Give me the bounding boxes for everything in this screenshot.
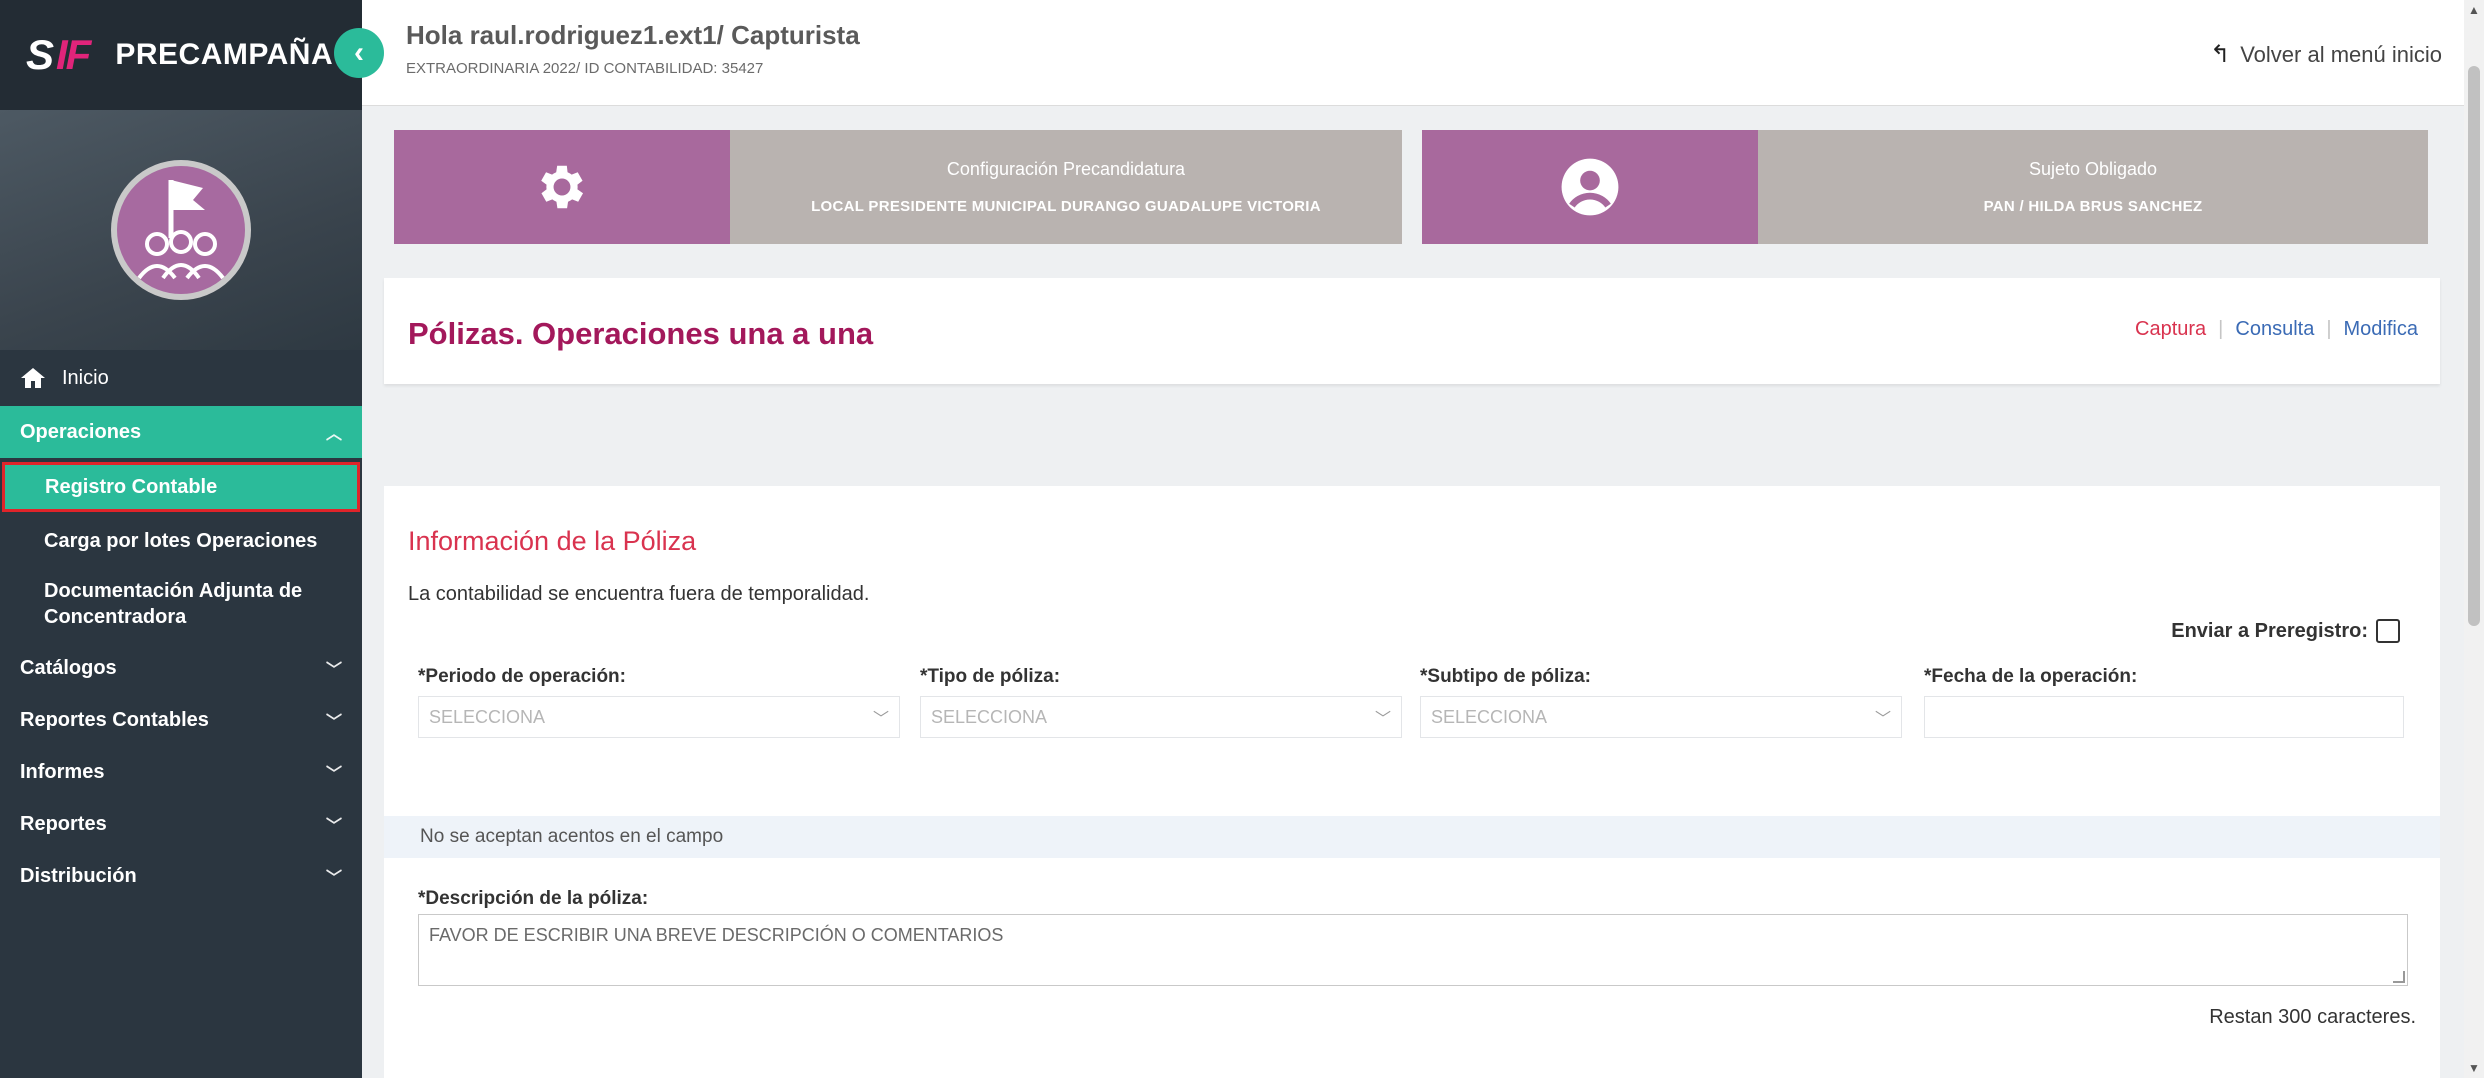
subtipo-label: *Subtipo de póliza:	[1420, 666, 1591, 687]
sujeto-card-value: PAN / HILDA BRUS SANCHEZ	[1983, 198, 2203, 215]
sidebar-item-informes[interactable]: Informes ﹀	[0, 746, 362, 798]
description-placeholder: FAVOR DE ESCRIBIR UNA BREVE DESCRIPCIÓN …	[429, 925, 1004, 945]
fecha-input[interactable]	[1924, 696, 2404, 738]
sidebar-item-label: Informes	[20, 760, 105, 783]
temporality-notice: La contabilidad se encuentra fuera de te…	[408, 583, 870, 605]
sidebar-item-reportes-contables[interactable]: Reportes Contables ﹀	[0, 694, 362, 746]
tipo-field: *Tipo de póliza: SELECCIONA ﹀	[920, 666, 1402, 738]
chevron-down-icon: ﹀	[325, 766, 342, 783]
sidebar-item-inicio[interactable]: Inicio	[0, 350, 362, 406]
chevron-down-icon: ﹀	[1874, 711, 1891, 728]
periodo-field: *Periodo de operación: SELECCIONA ﹀	[418, 666, 900, 738]
home-icon	[21, 368, 45, 388]
sidebar: S IF PRECAMPAÑA ‹ Inicio Operaciones ︿ R…	[0, 0, 384, 1078]
avatar	[111, 160, 251, 300]
top-header: Hola raul.rodriguez1.ext1/ Capturista EX…	[362, 0, 2484, 106]
sujeto-card-info: Sujeto Obligado PAN / HILDA BRUS SANCHEZ	[1758, 130, 2428, 244]
tab-separator: |	[2326, 318, 2332, 340]
accounting-id: EXTRAORDINARIA 2022/ ID CONTABILIDAD: 35…	[406, 60, 764, 77]
sif-logo[interactable]: S IF	[26, 31, 91, 79]
periodo-select[interactable]: SELECCIONA ﹀	[418, 696, 900, 738]
user-greeting: Hola raul.rodriguez1.ext1/ Capturista	[406, 20, 860, 50]
tipo-label: *Tipo de póliza:	[920, 666, 1061, 687]
title-panel: Pólizas. Operaciones una a una Captura |…	[384, 278, 2440, 384]
mode-tabs: Captura | Consulta | Modifica	[2135, 318, 2418, 341]
sidebar-item-operaciones[interactable]: Operaciones ︿	[0, 406, 362, 458]
reply-arrow-icon: ↰	[2210, 41, 2231, 68]
subtipo-field: *Subtipo de póliza: SELECCIONA ﹀	[1420, 666, 1902, 738]
chevron-down-icon: ﹀	[325, 662, 342, 679]
sujeto-card: Sujeto Obligado PAN / HILDA BRUS SANCHEZ	[1422, 130, 2428, 244]
sidebar-subitem-documentacion[interactable]: Documentación Adjunta de Concentradora	[0, 566, 362, 642]
user-circle-icon	[1561, 158, 1619, 216]
resize-grip-icon[interactable]	[2393, 971, 2405, 983]
config-card-title: Configuración Precandidatura	[946, 159, 1186, 179]
page-title: Pólizas. Operaciones una a una	[408, 316, 874, 351]
tipo-select-value: SELECCIONA	[931, 706, 1048, 727]
sidebar-item-label: Reportes Contables	[20, 708, 209, 731]
sidebar-subitem-carga-lotes[interactable]: Carga por lotes Operaciones	[0, 516, 362, 566]
logo-s: S	[26, 31, 54, 78]
tab-modifica[interactable]: Modifica	[2344, 318, 2418, 341]
back-to-menu-link[interactable]: ↰ Volver al menú inicio	[2210, 40, 2442, 69]
accent-hint: No se aceptan acentos en el campo	[384, 816, 2440, 858]
policy-form-panel: Información de la Póliza La contabilidad…	[384, 486, 2440, 1078]
profile-area	[0, 110, 362, 350]
chevron-down-icon: ﹀	[325, 870, 342, 887]
periodo-select-value: SELECCIONA	[429, 706, 546, 727]
back-to-menu-label: Volver al menú inicio	[2240, 41, 2442, 67]
chevron-left-icon: ‹	[354, 36, 364, 69]
tipo-select[interactable]: SELECCIONA ﹀	[920, 696, 1402, 738]
config-card-info: Configuración Precandidatura LOCAL PRESI…	[730, 130, 1402, 244]
chevron-down-icon: ﹀	[872, 711, 889, 728]
tab-captura[interactable]: Captura	[2135, 318, 2206, 341]
sidebar-subitem-registro-contable[interactable]: Registro Contable	[2, 462, 360, 512]
operaciones-submenu: Registro Contable Carga por lotes Operac…	[0, 462, 362, 642]
page-scrollbar[interactable]: ▲ ▼	[2464, 0, 2484, 1078]
scroll-up-icon[interactable]: ▲	[2464, 0, 2484, 20]
subtipo-select[interactable]: SELECCIONA ﹀	[1420, 696, 1902, 738]
gear-icon	[541, 165, 584, 209]
sidebar-item-label: Operaciones	[20, 420, 142, 443]
app-title: PRECAMPAÑA	[115, 38, 334, 71]
config-card-icon-box	[394, 130, 730, 244]
sidebar-item-label: Distribución	[20, 864, 137, 887]
sidebar-item-distribucion[interactable]: Distribución ﹀	[0, 850, 362, 902]
prereg-label: Enviar a Preregistro:	[2171, 619, 2368, 642]
chevron-down-icon: ﹀	[325, 818, 342, 835]
fecha-label: *Fecha de la operación:	[1924, 666, 2138, 687]
char-counter: Restan 300 caracteres.	[2209, 1006, 2416, 1028]
description-label: *Descripción de la póliza:	[418, 888, 649, 909]
sidebar-header: S IF PRECAMPAÑA ‹	[0, 0, 384, 110]
people-flag-icon	[137, 180, 225, 280]
prereg-checkbox[interactable]	[2376, 619, 2400, 643]
section-title: Información de la Póliza	[408, 526, 697, 556]
sidebar-nav: Inicio Operaciones ︿ Registro Contable C…	[0, 350, 362, 902]
sidebar-item-catalogos[interactable]: Catálogos ﹀	[0, 642, 362, 694]
subtipo-select-value: SELECCIONA	[1431, 706, 1548, 727]
periodo-label: *Periodo de operación:	[418, 666, 626, 687]
sujeto-card-title: Sujeto Obligado	[2028, 159, 2158, 179]
scroll-thumb[interactable]	[2468, 66, 2480, 626]
sujeto-card-icon-box	[1422, 130, 1758, 244]
tab-consulta[interactable]: Consulta	[2235, 318, 2314, 341]
sidebar-collapse-button[interactable]: ‹	[334, 28, 384, 78]
config-card-value: LOCAL PRESIDENTE MUNICIPAL DURANGO GUADA…	[811, 198, 1321, 215]
scroll-down-icon[interactable]: ▼	[2464, 1058, 2484, 1078]
sidebar-item-label: Catálogos	[20, 656, 117, 679]
sidebar-item-label: Inicio	[62, 366, 109, 389]
chevron-down-icon: ﹀	[325, 714, 342, 731]
sidebar-item-label: Reportes	[20, 812, 107, 835]
tab-separator: |	[2218, 318, 2224, 340]
logo-if: IF	[56, 31, 91, 78]
chevron-down-icon: ﹀	[1374, 711, 1391, 728]
config-card: Configuración Precandidatura LOCAL PRESI…	[394, 130, 1402, 244]
chevron-up-icon: ︿	[325, 426, 342, 443]
prereg-toggle: Enviar a Preregistro:	[2171, 619, 2400, 643]
sidebar-item-reportes[interactable]: Reportes ﹀	[0, 798, 362, 850]
description-textarea[interactable]: FAVOR DE ESCRIBIR UNA BREVE DESCRIPCIÓN …	[418, 914, 2408, 986]
fecha-field: *Fecha de la operación:	[1924, 666, 2406, 738]
